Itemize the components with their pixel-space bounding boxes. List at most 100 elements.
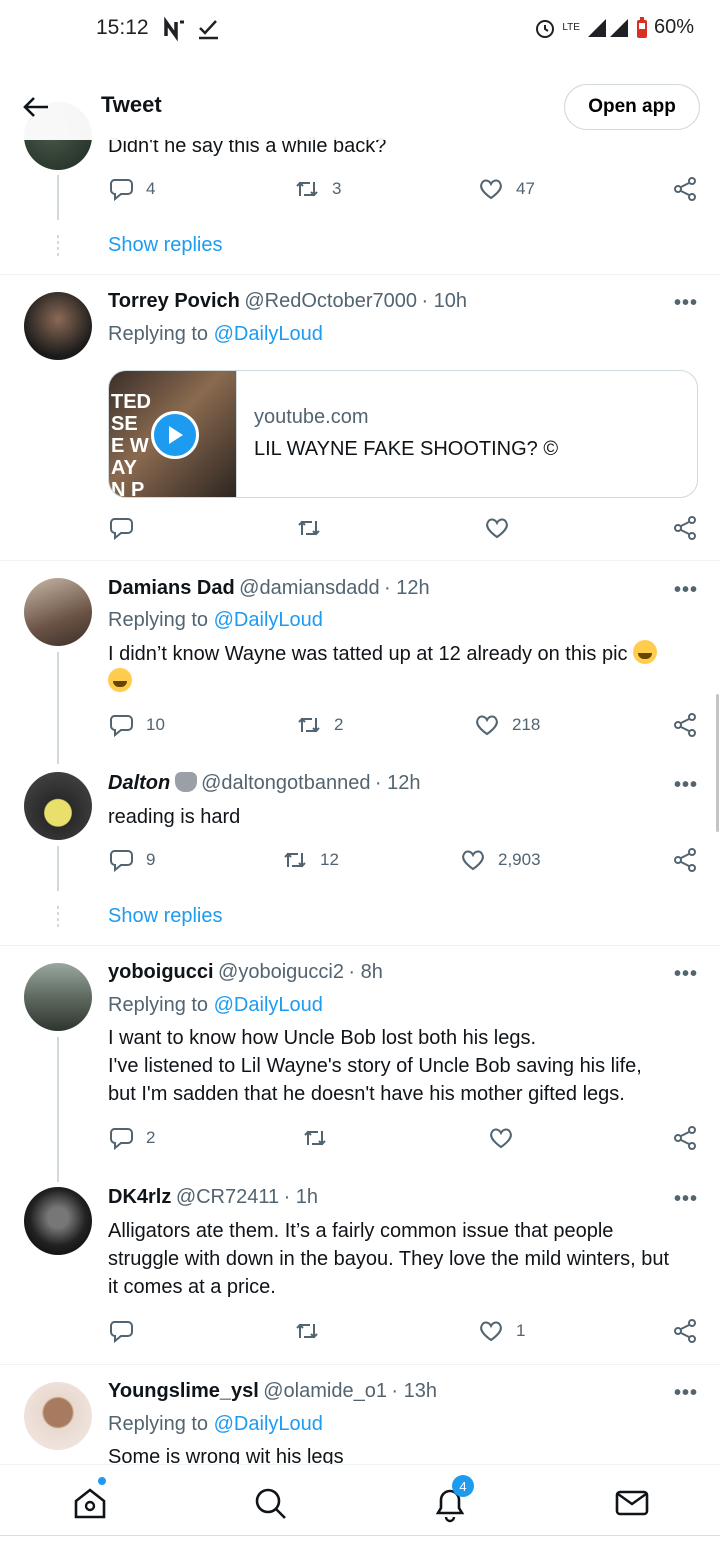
open-app-button[interactable]: Open app: [564, 84, 700, 130]
thread-line: [57, 652, 59, 764]
like-count: 1: [516, 1321, 526, 1340]
like-button[interactable]: 47: [478, 176, 535, 202]
show-replies-link[interactable]: Show replies: [108, 905, 223, 928]
tweet-actions: 4 3 47: [108, 176, 700, 206]
retweet-count: 3: [332, 179, 342, 198]
reply-button[interactable]: 9: [108, 847, 155, 873]
mention-link[interactable]: @DailyLoud: [214, 323, 323, 345]
more-icon[interactable]: •••: [674, 1188, 698, 1211]
display-name[interactable]: Torrey Povich: [108, 290, 240, 312]
reply-count: 2: [146, 1128, 156, 1147]
replying-prefix: Replying to: [108, 994, 209, 1016]
reply-count: 10: [146, 715, 165, 734]
like-count: 218: [512, 715, 541, 734]
network-label: LTE: [562, 21, 580, 33]
tweet-text: I want to know how Uncle Bob lost both h…: [108, 1024, 708, 1108]
like-button[interactable]: 1: [478, 1318, 525, 1344]
retweet-button[interactable]: 3: [294, 176, 341, 202]
display-name[interactable]: Youngslime_ysl: [108, 1380, 259, 1402]
reply-button[interactable]: [108, 1318, 134, 1344]
more-icon[interactable]: •••: [674, 963, 698, 986]
tweet-line: Alligators ate them. It’s a fairly commo…: [108, 1220, 614, 1242]
tweet-header: DK4rlz @CR72411 · 1h: [108, 1186, 318, 1209]
like-count: 47: [516, 179, 535, 198]
share-button[interactable]: [672, 712, 698, 738]
home-icon[interactable]: [70, 1483, 110, 1523]
thread-line: [57, 846, 59, 891]
display-name[interactable]: Dalton: [108, 772, 170, 794]
like-button[interactable]: 218: [474, 712, 540, 738]
divider: [0, 274, 720, 275]
laughing-emoji-icon: [633, 640, 658, 664]
avatar[interactable]: [24, 963, 92, 1031]
back-arrow-icon[interactable]: [20, 90, 54, 124]
more-icon[interactable]: •••: [674, 774, 698, 797]
scrollbar[interactable]: [716, 694, 719, 832]
avatar[interactable]: [24, 292, 92, 360]
status-time: 15:12: [96, 16, 149, 39]
share-button[interactable]: [672, 515, 698, 541]
link-card[interactable]: TED SEE WAYN PTED TING youtube.com LIL W…: [108, 370, 698, 498]
retweet-button[interactable]: 2: [296, 712, 343, 738]
reply-button[interactable]: [108, 515, 134, 541]
retweet-button[interactable]: [302, 1125, 328, 1151]
search-icon[interactable]: [250, 1483, 290, 1523]
share-button[interactable]: [672, 1318, 698, 1344]
tweet-header: Dalton @daltongotbanned · 12h: [108, 772, 421, 795]
share-button[interactable]: [672, 176, 698, 202]
handle[interactable]: @RedOctober7000: [244, 290, 417, 312]
like-count: 2,903: [498, 850, 541, 869]
reply-button[interactable]: 4: [108, 176, 155, 202]
handle[interactable]: @yoboigucci2: [218, 961, 344, 983]
tweet-body: I didn’t know Wayne was tatted up at 12 …: [108, 643, 628, 665]
timestamp: · 1h: [283, 1186, 319, 1208]
tweet-line: but I'm sadden that he doesn't have his …: [108, 1083, 625, 1105]
avatar[interactable]: [24, 1382, 92, 1450]
retweet-count: 2: [334, 715, 344, 734]
mention-link[interactable]: @DailyLoud: [214, 994, 323, 1016]
divider: [0, 1364, 720, 1365]
reply-icon: [110, 715, 133, 738]
share-button[interactable]: [672, 1125, 698, 1151]
like-button[interactable]: [484, 515, 510, 541]
reply-count: 4: [146, 179, 156, 198]
share-button[interactable]: [672, 847, 698, 873]
timestamp: · 13h: [391, 1380, 438, 1402]
more-icon[interactable]: •••: [674, 1382, 698, 1405]
retweet-icon: [304, 1130, 326, 1146]
more-icon[interactable]: •••: [674, 579, 698, 602]
heart-icon: [476, 715, 498, 736]
display-name[interactable]: yoboigucci: [108, 961, 214, 983]
handle[interactable]: @damiansdadd: [239, 577, 379, 599]
thumbnail-text: TED SEE WAYN PTED TING: [111, 391, 151, 498]
tweet-header: Torrey Povich @RedOctober7000 · 10h: [108, 290, 467, 313]
replying-to: Replying to @DailyLoud: [108, 323, 323, 346]
display-name[interactable]: Damians Dad: [108, 577, 235, 599]
bottom-nav: 4: [0, 1464, 720, 1560]
like-button[interactable]: 2,903: [460, 847, 541, 873]
avatar[interactable]: [24, 772, 92, 840]
mention-link[interactable]: @DailyLoud: [214, 609, 323, 631]
share-icon: [674, 1126, 696, 1150]
handle[interactable]: @olamide_o1: [263, 1380, 387, 1402]
retweet-button[interactable]: [296, 515, 322, 541]
mention-link[interactable]: @DailyLoud: [214, 1413, 323, 1435]
retweet-button[interactable]: 12: [282, 847, 339, 873]
show-replies-link[interactable]: Show replies: [108, 234, 223, 257]
handle[interactable]: @daltongotbanned: [201, 772, 370, 794]
mail-icon[interactable]: [612, 1483, 652, 1523]
battery-icon: [636, 16, 647, 38]
avatar[interactable]: [24, 578, 92, 646]
retweet-icon: [296, 1323, 318, 1339]
wolf-emoji-icon: [174, 772, 197, 792]
reply-button[interactable]: 10: [108, 712, 165, 738]
play-icon[interactable]: [151, 411, 199, 459]
avatar[interactable]: [24, 1187, 92, 1255]
display-name[interactable]: DK4rlz: [108, 1186, 171, 1208]
share-icon: [674, 177, 696, 201]
like-button[interactable]: [488, 1125, 514, 1151]
reply-button[interactable]: 2: [108, 1125, 155, 1151]
more-icon[interactable]: •••: [674, 292, 698, 315]
retweet-button[interactable]: [294, 1318, 320, 1344]
handle[interactable]: @CR72411: [176, 1186, 279, 1208]
